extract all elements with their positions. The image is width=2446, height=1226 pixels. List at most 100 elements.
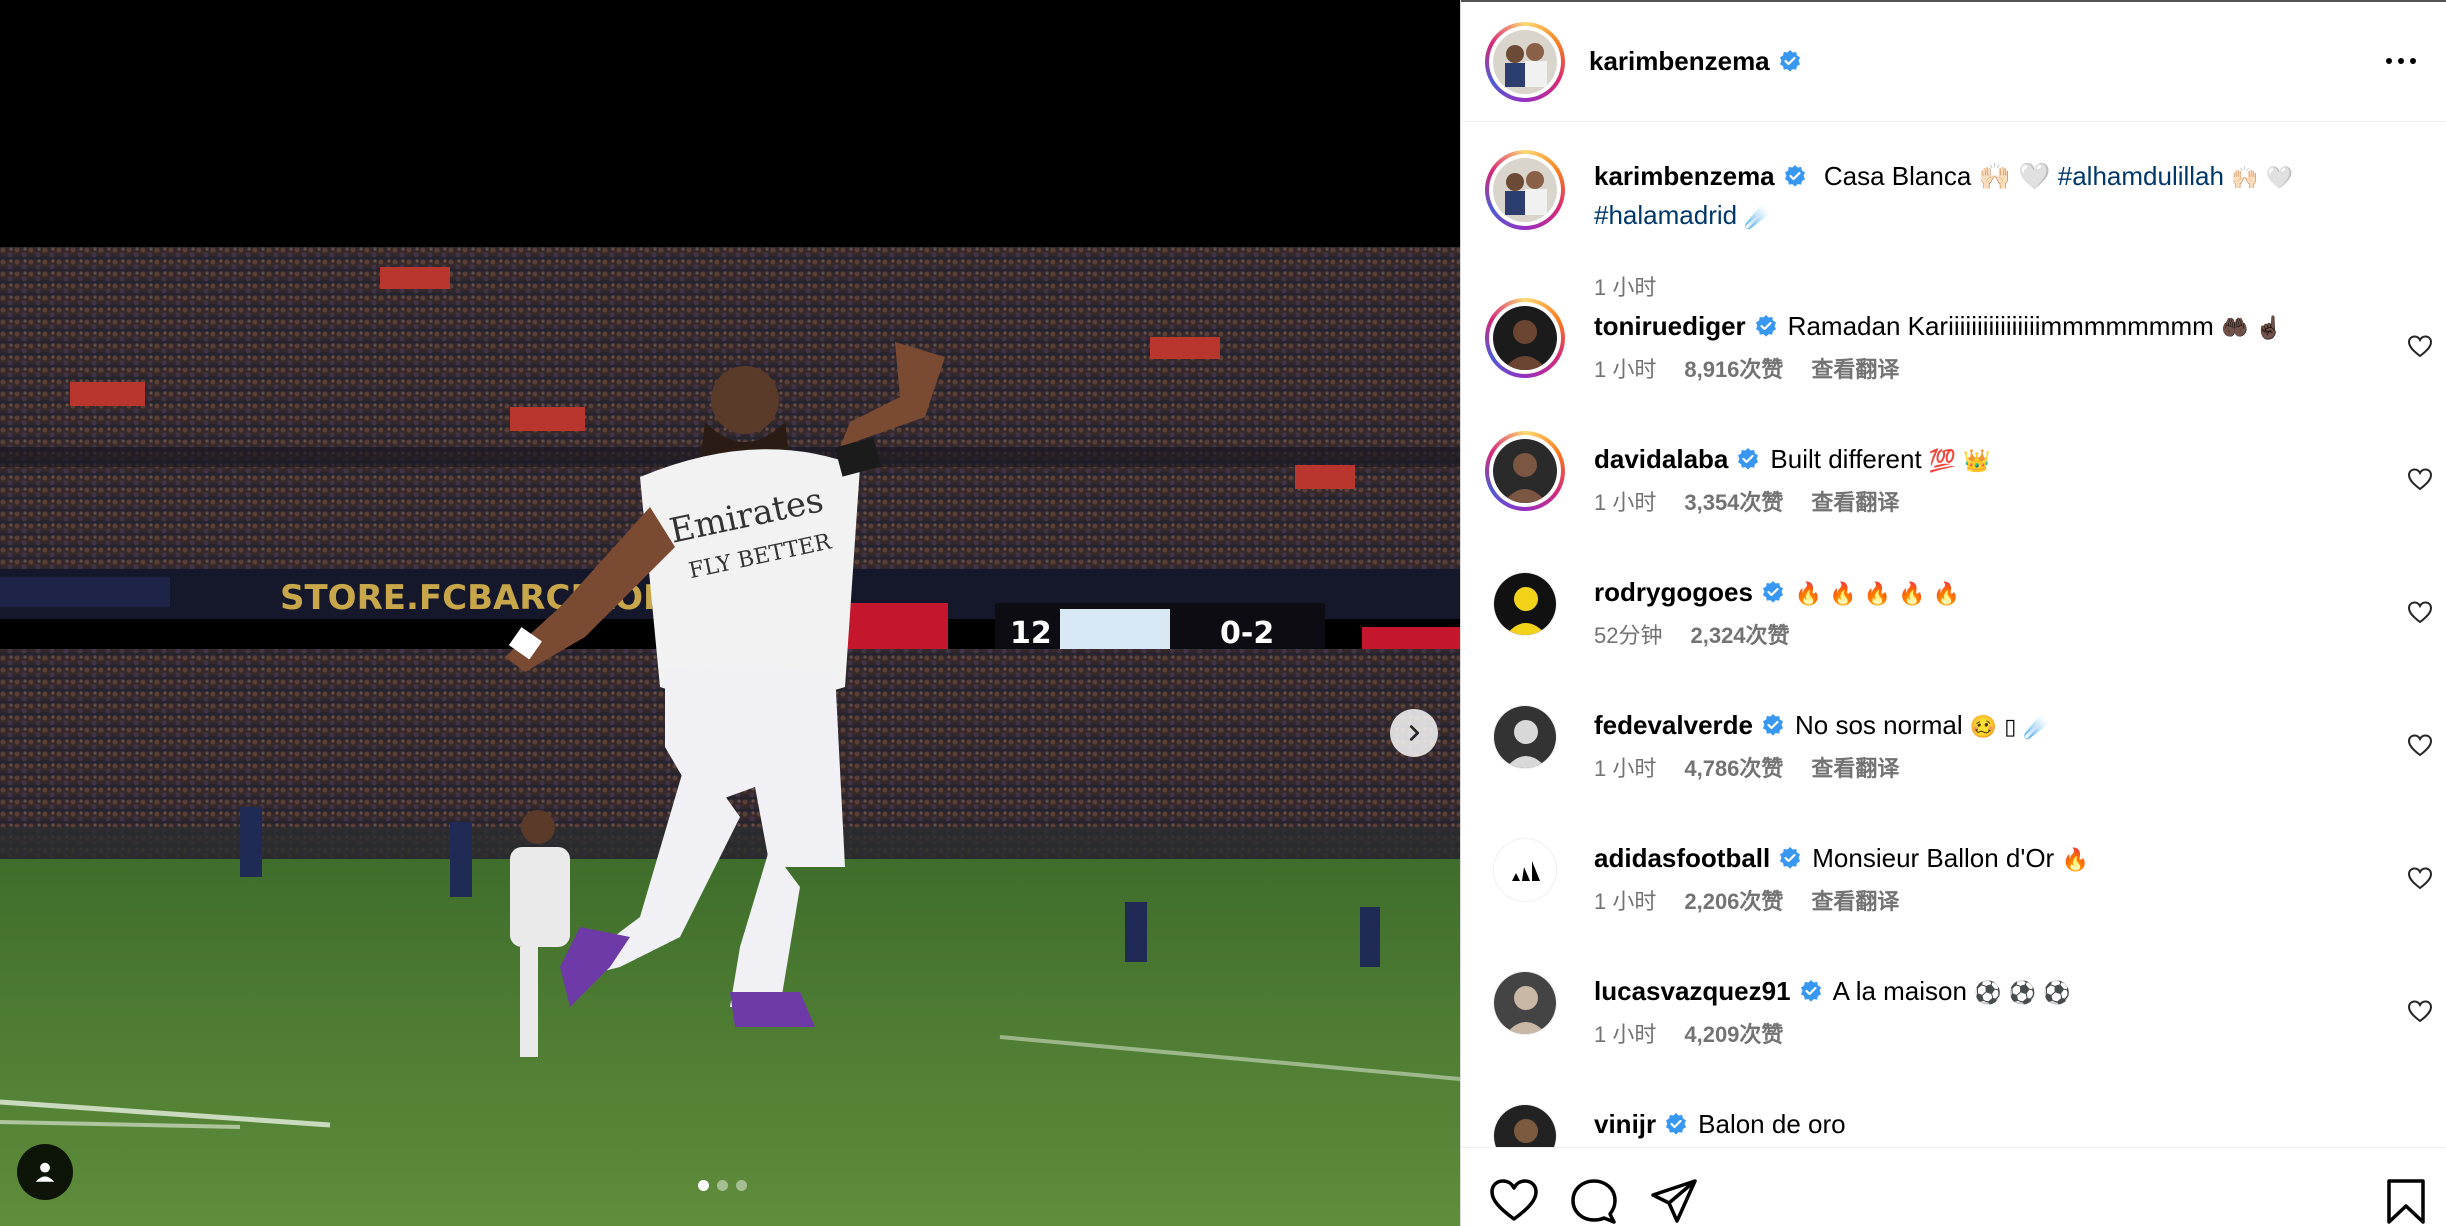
comment-username[interactable]: adidasfootball (1594, 843, 1770, 873)
comment-emoji: 🤲🏿 ☝🏿 (2221, 316, 2283, 341)
comment-body: rodrygogoes 🔥 🔥 🔥 🔥 🔥 (1594, 574, 2364, 613)
comment-body: davidalaba Built different 💯 👑 (1594, 441, 2364, 480)
comment-item: davidalaba Built different 💯 👑 1 小时 3,354次赞… (1461, 431, 2446, 551)
comment-body: toniruediger Ramadan Kariiiiiiiiiiiiiiiim… (1594, 308, 2364, 347)
comment-text: No sos normal (1794, 710, 1963, 740)
author-username[interactable]: karimbenzema (1589, 46, 1770, 76)
comment-likes[interactable]: 3,354次赞 (1684, 485, 1783, 517)
comment-time[interactable]: 1 小时 (1594, 485, 1656, 517)
stadium-photo: STORE.FCBARCELONA.COM 12 0-2 Emirates FL… (0, 247, 1460, 1226)
comment-username[interactable]: vinijr (1594, 1109, 1656, 1139)
comment-username[interactable]: davidalaba (1594, 444, 1728, 474)
commenter-avatar[interactable] (1485, 431, 1565, 511)
verified-badge-icon (1666, 1113, 1687, 1135)
verified-badge-icon (1800, 980, 1821, 1002)
hashtag-link[interactable]: #halamadrid (1594, 200, 1737, 230)
comment-meta: 1 小时 3,354次赞 查看翻译 (1594, 485, 1899, 517)
comment-text: Balon de oro (1698, 1109, 1846, 1139)
comment-item: rodrygogoes 🔥 🔥 🔥 🔥 🔥 52分钟 2,324次赞 (1461, 564, 2446, 684)
comment-meta: 1 小时 4,209次赞 (1594, 1017, 1783, 1049)
comment-emoji: 💯 👑 (1928, 449, 1991, 474)
comment-time[interactable]: 1 小时 (1594, 352, 1656, 384)
post-media[interactable]: STORE.FCBARCELONA.COM 12 0-2 Emirates FL… (0, 0, 1460, 1226)
carousel-dot-3 (736, 1180, 747, 1191)
comment-username[interactable]: toniruediger (1594, 311, 1746, 341)
caption-text: Casa Blanca 🙌🏻 🤍 (1823, 161, 2051, 191)
comment-time[interactable]: 1 小时 (1594, 884, 1656, 916)
verified-badge-icon (1762, 714, 1783, 736)
comment-body: fedevalverde No sos normal 🥴 ▯ ☄️ (1594, 707, 2364, 746)
heart-icon[interactable] (1489, 1178, 1539, 1224)
caption-avatar-image (1493, 158, 1557, 222)
author-name-row: karimbenzema (1589, 46, 1802, 77)
commenter-avatar[interactable] (1493, 1104, 1557, 1147)
carousel-dot-1 (698, 1180, 709, 1191)
carousel-dot-2 (717, 1180, 728, 1191)
comment-item: fedevalverde No sos normal 🥴 ▯ ☄️ 1 小时 4,78… (1461, 697, 2446, 817)
comment-time[interactable]: 52分钟 (1594, 618, 1662, 650)
comment-body: vinijr Balon de oro (1594, 1106, 2364, 1145)
verified-badge-icon (1762, 581, 1783, 603)
comment-item: lucasvazquez91 A la maison ⚽ ⚽ ⚽ 1 小时 4,209… (1461, 963, 2446, 1083)
verified-badge-icon (1784, 165, 1805, 187)
comment-emoji: 🔥 (2061, 848, 2089, 873)
comment-likes[interactable]: 2,324次赞 (1690, 618, 1789, 650)
comment-username[interactable]: fedevalverde (1594, 710, 1753, 740)
caption-username[interactable]: karimbenzema (1594, 161, 1775, 191)
comment-item: vinijr Balon de oro (1461, 1096, 2446, 1147)
comment-like-heart-icon[interactable] (2407, 733, 2433, 759)
tagged-users-button[interactable] (17, 1144, 73, 1200)
comment-meta: 1 小时 8,916次赞 查看翻译 (1594, 352, 1899, 384)
commenter-avatar[interactable] (1485, 298, 1565, 378)
comment-body: adidasfootball Monsieur Ballon d'Or 🔥 (1594, 840, 2364, 879)
comment-username[interactable]: lucasvazquez91 (1594, 976, 1791, 1006)
author-avatar[interactable] (1485, 22, 1565, 102)
share-icon[interactable] (1649, 1178, 1699, 1224)
comment-icon[interactable] (1569, 1178, 1619, 1224)
comment-like-heart-icon[interactable] (2407, 467, 2433, 493)
commenter-avatar[interactable] (1493, 971, 1557, 1035)
see-translation-link[interactable]: 查看翻译 (1811, 884, 1899, 916)
post-header: karimbenzema (1461, 2, 2446, 122)
comment-username[interactable]: rodrygogoes (1594, 577, 1753, 607)
carousel-indicator (698, 1180, 747, 1191)
comment-likes[interactable]: 8,916次赞 (1684, 352, 1783, 384)
see-translation-link[interactable]: 查看翻译 (1811, 751, 1899, 783)
commenter-avatar[interactable] (1493, 705, 1557, 769)
post-caption: karimbenzema Casa Blanca 🙌🏻 🤍 #alhamduli… (1461, 150, 2446, 300)
comment-text: Monsieur Ballon d'Or (1812, 843, 2055, 873)
comment-like-heart-icon[interactable] (2407, 866, 2433, 892)
more-options-button[interactable] (2381, 46, 2421, 76)
verified-badge-icon (1755, 315, 1776, 337)
comment-like-heart-icon[interactable] (2407, 999, 2433, 1025)
caption-emoji: 🙌🏻 🤍 (2231, 166, 2293, 191)
comment-likes[interactable]: 4,209次赞 (1684, 1017, 1783, 1049)
caption-emoji: ☄️ (1744, 205, 1772, 230)
see-translation-link[interactable]: 查看翻译 (1811, 352, 1899, 384)
commenter-avatar[interactable] (1493, 572, 1557, 636)
bookmark-icon[interactable] (2381, 1178, 2431, 1224)
comment-meta: 1 小时 2,206次赞 查看翻译 (1594, 884, 1899, 916)
comment-like-heart-icon[interactable] (2407, 334, 2433, 360)
caption-author-avatar[interactable] (1485, 150, 1565, 230)
verified-badge-icon (1780, 847, 1801, 869)
comments-scroll-area[interactable]: karimbenzema Casa Blanca 🙌🏻 🤍 #alhamduli… (1461, 123, 2446, 1147)
next-photo-button[interactable] (1390, 709, 1438, 757)
comment-item: toniruediger Ramadan Kariiiiiiiiiiiiiiiim… (1461, 298, 2446, 418)
hashtag-link[interactable]: #alhamdulillah (2058, 161, 2224, 191)
comment-time[interactable]: 1 小时 (1594, 751, 1656, 783)
verified-badge-icon (1738, 448, 1759, 470)
comment-item: adidasfootball Monsieur Ballon d'Or 🔥 1 小时… (1461, 830, 2446, 950)
comment-likes[interactable]: 4,786次赞 (1684, 751, 1783, 783)
comment-like-heart-icon[interactable] (2407, 600, 2433, 626)
comment-emoji: 🔥 🔥 🔥 🔥 🔥 (1794, 582, 1960, 607)
see-translation-link[interactable]: 查看翻译 (1811, 485, 1899, 517)
more-options-icon (2386, 58, 2392, 64)
comment-text: A la maison (1832, 976, 1967, 1006)
commenter-avatar[interactable] (1493, 838, 1557, 902)
comment-time[interactable]: 1 小时 (1594, 1017, 1656, 1049)
user-tag-icon (35, 1162, 55, 1182)
comment-likes[interactable]: 2,206次赞 (1684, 884, 1783, 916)
post-photo[interactable]: STORE.FCBARCELONA.COM 12 0-2 Emirates FL… (0, 247, 1460, 1226)
comment-body: lucasvazquez91 A la maison ⚽ ⚽ ⚽ (1594, 973, 2364, 1012)
